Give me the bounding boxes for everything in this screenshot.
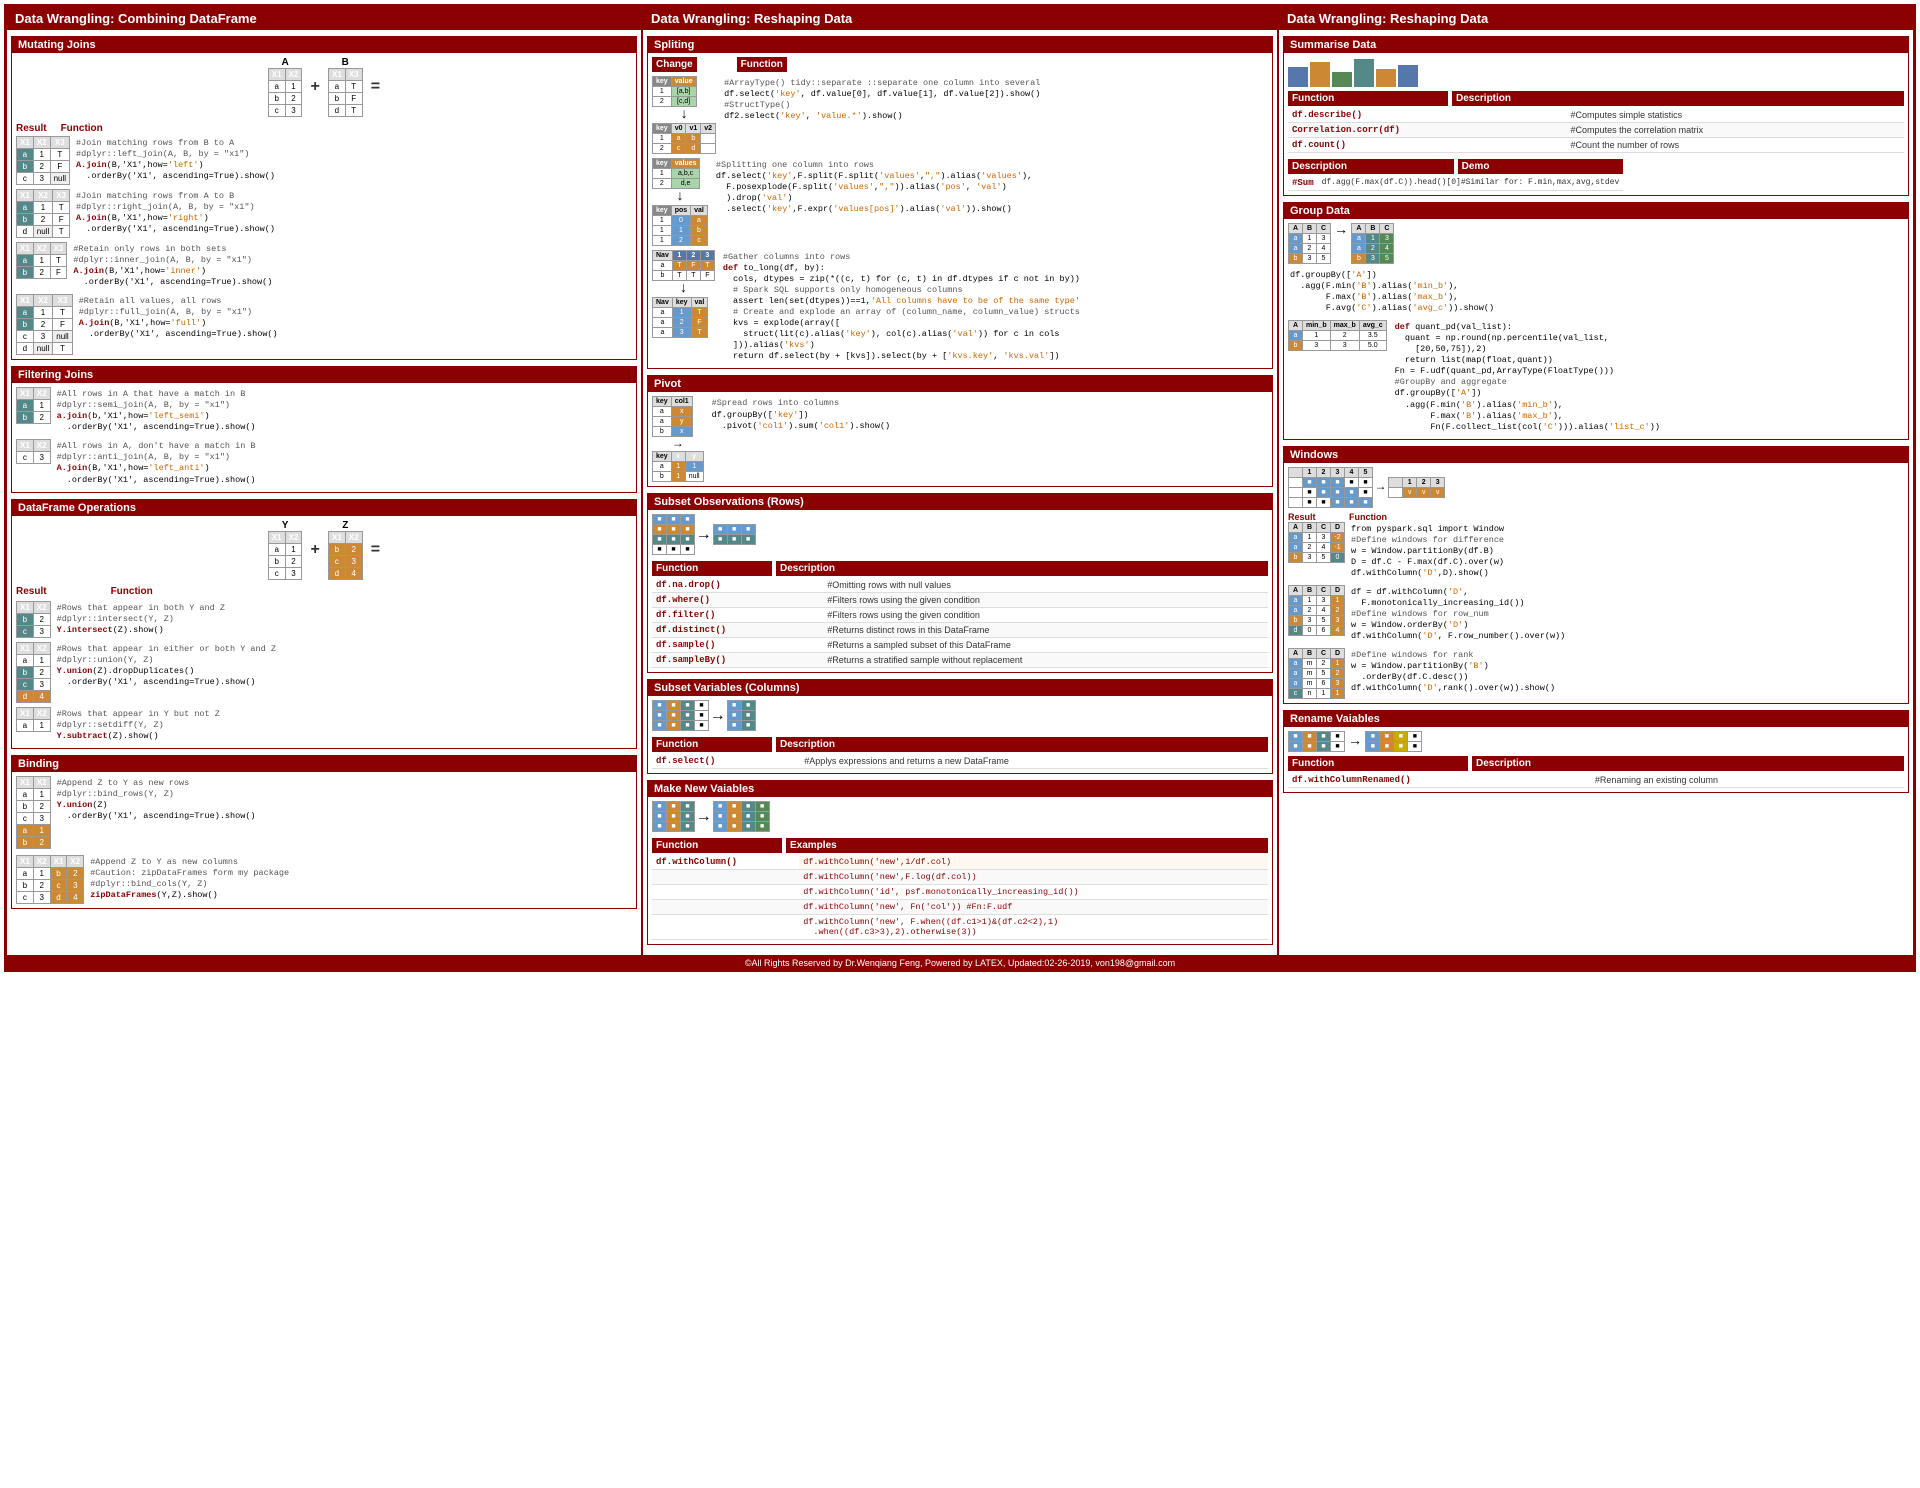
make-new-table: df.withColumn()df.withColumn('new',1/df.…: [652, 855, 1268, 940]
summarise-section: Summarise Data Function Description df.: [1283, 36, 1909, 196]
demo-header-sum: Demo: [1458, 159, 1624, 174]
result-label-1: Result: [16, 123, 47, 134]
equals-icon: =: [371, 78, 381, 96]
function-label-ops: Function: [111, 586, 153, 597]
outer-container: Data Wrangling: Combining DataFrame Muta…: [4, 4, 1916, 972]
middle-panel-title: Data Wrangling: Reshaping Data: [643, 7, 1277, 30]
subset-rows-section: Subset Observations (Rows) ■■■ ■■■ ■■■ ■…: [647, 493, 1273, 673]
make-new-title: Make New Vaiables: [648, 781, 1272, 797]
fn-header-new: Function: [652, 838, 782, 853]
fn-header-sum: Function: [1288, 91, 1448, 106]
desc-header-sum2: Description: [1288, 159, 1454, 174]
right-join-code: #Join matching rows from A to B #dplyr::…: [74, 189, 277, 237]
windows-title: Windows: [1284, 447, 1908, 463]
subset-rows-title: Subset Observations (Rows): [648, 494, 1272, 510]
middle-panel: Data Wrangling: Reshaping Data Spliting …: [642, 6, 1278, 956]
pivot-code: #Spread rows into columns df.groupBy(['k…: [710, 396, 893, 433]
splitting-section: Spliting Change Function keyvalue 1[a,b]…: [647, 36, 1273, 369]
footer: ©All Rights Reserved by Dr.Wenqiang Feng…: [6, 956, 1914, 970]
window1-code: from pyspark.sql import Window #Define w…: [1349, 522, 1506, 581]
plus-icon: +: [310, 78, 320, 96]
desc-header-rows: Description: [776, 561, 1268, 576]
main-grid: Data Wrangling: Combining DataFrame Muta…: [6, 6, 1914, 956]
dataframe-ops-section: DataFrame Operations Y X1X2 a1 b2 c3 +: [11, 499, 637, 749]
examples-header-new: Examples: [786, 838, 1268, 853]
window3-code: #Define windows for rank w = Window.part…: [1349, 648, 1557, 696]
summarise-title: Summarise Data: [1284, 37, 1908, 53]
desc-header-rename: Description: [1472, 756, 1904, 771]
fn-header-rename: Function: [1288, 756, 1468, 771]
inner-join-code: #Retain only rows in both sets #dplyr::i…: [71, 242, 274, 290]
rename-title: Rename Vaiables: [1284, 711, 1908, 727]
filtering-joins-section: Filtering Joins X1X2 a1 b2 #All rows in …: [11, 366, 637, 492]
desc-header-sum: Description: [1452, 91, 1904, 106]
left-panel-title: Data Wrangling: Combining DataFrame: [7, 7, 641, 30]
groupby-code: df.groupBy(['A']) .agg(F.min('B').alias(…: [1288, 268, 1904, 316]
full-join-code: #Retain all values, all rows #dplyr::ful…: [77, 294, 280, 342]
semi-join-code: #All rows in A that have a match in B #d…: [55, 387, 258, 435]
dataframe-ops-title: DataFrame Operations: [12, 500, 636, 516]
group-section: Group Data ABC a13 a24 b35 →: [1283, 202, 1909, 440]
subset-rows-table: df.na.drop()#Omitting rows with null val…: [652, 578, 1268, 668]
bind-rows-code: #Append Z to Y as new rows #dplyr::bind_…: [55, 776, 258, 824]
plus-icon-2: +: [310, 541, 320, 559]
right-panel: Data Wrangling: Reshaping Data Summarise…: [1278, 6, 1914, 956]
summarise-demo-table: #Sum df.agg(F.max(df.C)).head()[0]#Simil…: [1288, 176, 1623, 191]
array-type-code: #ArrayType() tidy::separate ::separate o…: [722, 76, 1042, 124]
equals-icon-2: =: [371, 541, 381, 559]
subset-cols-title: Subset Variables (Columns): [648, 680, 1272, 696]
mutating-joins-title: Mutating Joins: [12, 37, 636, 53]
pivot-section: Pivot keycol1 ax ay bx → keyxy a11: [647, 375, 1273, 487]
left-join-code: #Join matching rows from B to A #dplyr::…: [74, 136, 277, 184]
summarise-table: df.describe()#Computes simple statistics…: [1288, 108, 1904, 153]
subset-cols-table: df.select()#Applys expressions and retur…: [652, 754, 1268, 769]
filtering-joins-title: Filtering Joins: [12, 367, 636, 383]
binding-title: Binding: [12, 756, 636, 772]
windows-section: Windows 12345 ■■■■■ ■■■■■ ■■■■■ → 123 vv…: [1283, 446, 1909, 704]
fn-header-rows: Function: [652, 561, 772, 576]
result-label-ops: Result: [16, 586, 47, 597]
change-header: Change: [652, 57, 697, 72]
splitting-title: Spliting: [648, 37, 1272, 53]
rename-table: df.withColumnRenamed()#Renaming an exist…: [1288, 773, 1904, 788]
window2-code: df = df.withColumn('D', F.monotonically_…: [1349, 585, 1567, 644]
group-title: Group Data: [1284, 203, 1908, 219]
quant-code: def quant_pd(val_list): quant = np.round…: [1393, 320, 1662, 434]
intersect-code: #Rows that appear in both Y and Z #dplyr…: [55, 601, 227, 638]
subset-cols-section: Subset Variables (Columns) ■■■■ ■■■■ ■■■…: [647, 679, 1273, 774]
split-rows-code: #Splitting one column into rows df.selec…: [714, 158, 1034, 217]
gather-code: #Gather columns into rows def to_long(df…: [721, 250, 1082, 364]
desc-header-cols: Description: [776, 737, 1268, 752]
left-panel: Data Wrangling: Combining DataFrame Muta…: [6, 6, 642, 956]
right-panel-title: Data Wrangling: Reshaping Data: [1279, 7, 1913, 30]
function-header-change: Function: [737, 57, 787, 72]
function-label-1: Function: [61, 123, 103, 134]
bind-cols-code: #Append Z to Y as new columns #Caution: …: [88, 855, 291, 903]
anti-join-code: #All rows in A, don't have a match in B …: [55, 439, 258, 487]
binding-section: Binding X1X2 a1 b2 c3 a1 b2: [11, 755, 637, 909]
fn-header-cols: Function: [652, 737, 772, 752]
rename-section: Rename Vaiables ■■■■ ■■■■ → ■■■■ ■■■■ Fu…: [1283, 710, 1909, 793]
subtract-code: #Rows that appear in Y but not Z #dplyr:…: [55, 707, 222, 744]
pivot-title: Pivot: [648, 376, 1272, 392]
mutating-joins-section: Mutating Joins A X1X2 a1 b2 c3 +: [11, 36, 637, 360]
make-new-section: Make New Vaiables ■■■ ■■■ ■■■ → ■■■■ ■■■…: [647, 780, 1273, 945]
union-code: #Rows that appear in either or both Y an…: [55, 642, 278, 690]
